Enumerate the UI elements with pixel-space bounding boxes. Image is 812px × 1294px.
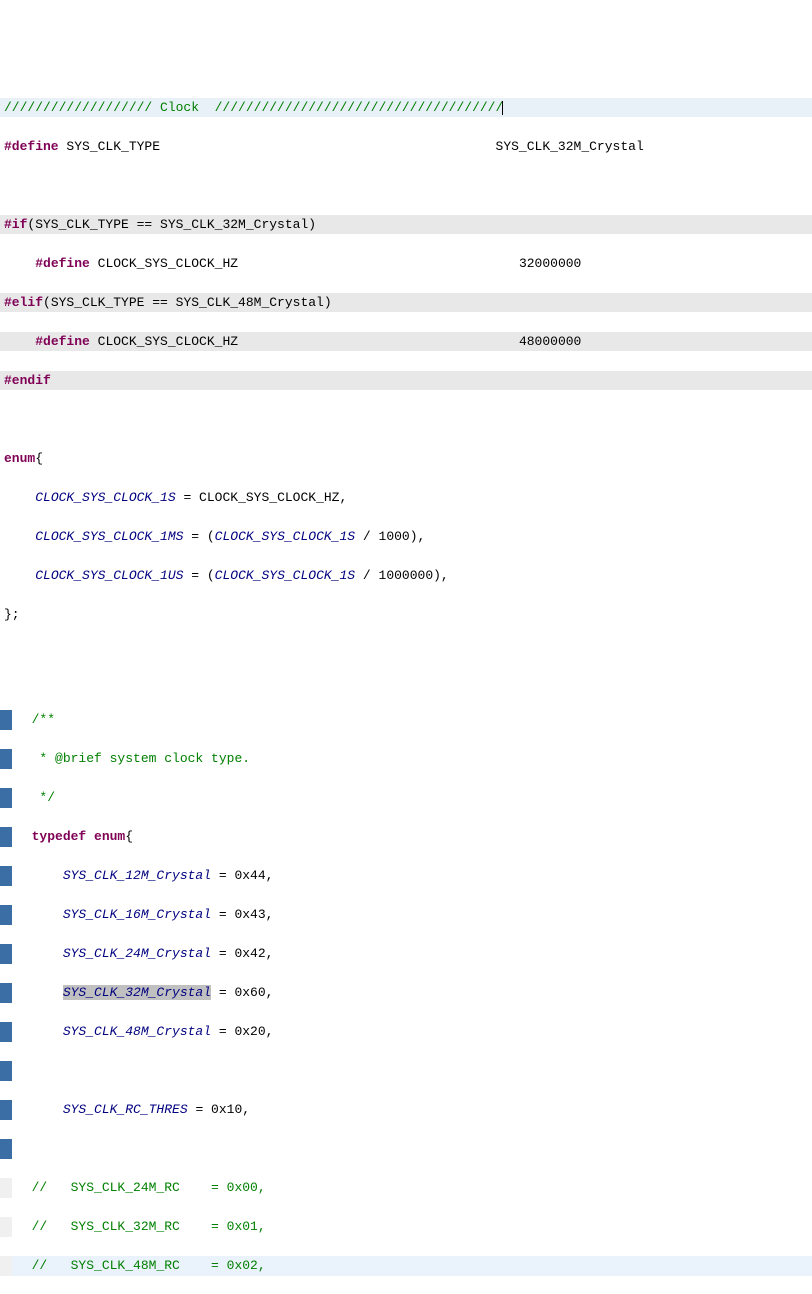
preproc-if: #if [4,217,27,232]
enum-value: = 0x20, [211,1024,273,1039]
macro-name: SYS_CLK_TYPE [66,139,160,154]
doc-comment: * @brief system clock type. [32,751,250,766]
condition: (SYS_CLK_TYPE == SYS_CLK_48M_Crystal) [43,295,332,310]
code-line[interactable]: CLOCK_SYS_CLOCK_1S = CLOCK_SYS_CLOCK_HZ, [0,488,812,508]
enum-value: = 0x10, [188,1102,250,1117]
comment-text: /////////////////// Clock //////////////… [4,100,503,115]
code-line[interactable]: SYS_CLK_16M_Crystal = 0x43, [0,905,812,925]
code-line[interactable]: SYS_CLK_RC_THRES = 0x10, [0,1100,812,1120]
keyword-typedef: typedef [32,829,87,844]
code-line[interactable]: * @brief system clock type. [0,749,812,769]
blank-line[interactable] [0,1139,812,1159]
code-line[interactable]: CLOCK_SYS_CLOCK_1MS = (CLOCK_SYS_CLOCK_1… [0,527,812,547]
code-line[interactable]: */ [0,788,812,808]
blank-line[interactable] [0,410,812,430]
blank-line[interactable] [0,176,812,196]
code-line[interactable]: /////////////////// Clock //////////////… [0,98,812,118]
enum-member: SYS_CLK_24M_Crystal [63,946,211,961]
macro-value: SYS_CLK_32M_Crystal [496,139,644,154]
code-editor[interactable]: /////////////////// Clock //////////////… [0,78,812,1294]
gutter-change-marker [0,866,12,886]
gutter-change-marker [0,1100,12,1120]
enum-member: CLOCK_SYS_CLOCK_1US [35,568,183,583]
gutter [0,1256,12,1276]
spacer [0,683,812,691]
enum-value: = 0x44, [211,868,273,883]
macro-name: CLOCK_SYS_CLOCK_HZ [98,256,238,271]
code-line[interactable]: SYS_CLK_32M_Crystal = 0x60, [0,983,812,1003]
enum-value: = 0x42, [211,946,273,961]
enum-assign: = CLOCK_SYS_CLOCK_HZ, [176,490,348,505]
blank-line[interactable] [0,644,812,664]
commented-code: // SYS_CLK_32M_RC = 0x01, [32,1219,266,1234]
gutter-change-marker [0,827,12,847]
condition: (SYS_CLK_TYPE == SYS_CLK_32M_Crystal) [27,217,316,232]
gutter [0,1217,12,1237]
gutter-change-marker [0,983,12,1003]
enum-ref: CLOCK_SYS_CLOCK_1S [215,529,355,544]
enum-member: CLOCK_SYS_CLOCK_1MS [35,529,183,544]
gutter-change-marker [0,905,12,925]
enum-member: SYS_CLK_12M_Crystal [63,868,211,883]
brace: { [125,829,133,844]
enum-value: = 0x60, [211,985,273,1000]
enum-member: SYS_CLK_RC_THRES [63,1102,188,1117]
preproc-define: #define [35,256,90,271]
keyword-enum: enum [94,829,125,844]
preproc-define: #define [35,334,90,349]
enum-assign-end: / 1000), [355,529,425,544]
code-line[interactable]: SYS_CLK_24M_Crystal = 0x42, [0,944,812,964]
enum-member: SYS_CLK_48M_Crystal [63,1024,211,1039]
gutter-change-marker [0,1139,12,1159]
code-line[interactable]: #endif [0,371,812,391]
code-line[interactable]: #elif(SYS_CLK_TYPE == SYS_CLK_48M_Crysta… [0,293,812,313]
code-line[interactable]: SYS_CLK_12M_Crystal = 0x44, [0,866,812,886]
code-line[interactable]: // SYS_CLK_48M_RC = 0x02, [0,1256,812,1276]
keyword-enum: enum [4,451,35,466]
enum-assign: = ( [183,568,214,583]
commented-code: // SYS_CLK_48M_RC = 0x02, [32,1258,266,1273]
preproc-define: #define [4,139,59,154]
code-line[interactable]: #define CLOCK_SYS_CLOCK_HZ 48000000 [0,332,812,352]
code-line[interactable]: typedef enum{ [0,827,812,847]
doc-comment: */ [32,790,55,805]
enum-member: CLOCK_SYS_CLOCK_1S [35,490,175,505]
code-line[interactable]: #if(SYS_CLK_TYPE == SYS_CLK_32M_Crystal) [0,215,812,235]
code-line[interactable]: /** [0,710,812,730]
enum-ref: CLOCK_SYS_CLOCK_1S [215,568,355,583]
enum-assign: = ( [183,529,214,544]
code-line[interactable]: }; [0,605,812,625]
code-line[interactable]: CLOCK_SYS_CLOCK_1US = (CLOCK_SYS_CLOCK_1… [0,566,812,586]
gutter [0,1178,12,1198]
blank-line[interactable] [0,1061,812,1081]
enum-member: SYS_CLK_16M_Crystal [63,907,211,922]
code-line[interactable]: SYS_CLK_48M_Crystal = 0x20, [0,1022,812,1042]
enum-value: = 0x43, [211,907,273,922]
code-line[interactable]: enum{ [0,449,812,469]
brace: { [35,451,43,466]
brace-close: }; [4,607,20,622]
doc-comment: /** [32,712,55,727]
commented-code: // SYS_CLK_24M_RC = 0x00, [32,1180,266,1195]
text-cursor [502,101,503,115]
code-line[interactable]: // SYS_CLK_32M_RC = 0x01, [0,1217,812,1237]
macro-name: CLOCK_SYS_CLOCK_HZ [98,334,238,349]
code-line[interactable]: #define SYS_CLK_TYPE SYS_CLK_32M_Crystal [0,137,812,157]
code-line[interactable]: #define CLOCK_SYS_CLOCK_HZ 32000000 [0,254,812,274]
gutter-change-marker [0,749,12,769]
enum-assign-end: / 1000000), [355,568,449,583]
preproc-endif: #endif [4,373,51,388]
gutter-change-marker [0,944,12,964]
enum-member-selected: SYS_CLK_32M_Crystal [63,985,211,1000]
gutter-change-marker [0,1022,12,1042]
preproc-elif: #elif [4,295,43,310]
gutter-change-marker [0,788,12,808]
code-line[interactable]: // SYS_CLK_24M_RC = 0x00, [0,1178,812,1198]
macro-value: 32000000 [519,256,581,271]
gutter-change-marker [0,1061,12,1081]
gutter-change-marker [0,710,12,730]
macro-value: 48000000 [519,334,581,349]
